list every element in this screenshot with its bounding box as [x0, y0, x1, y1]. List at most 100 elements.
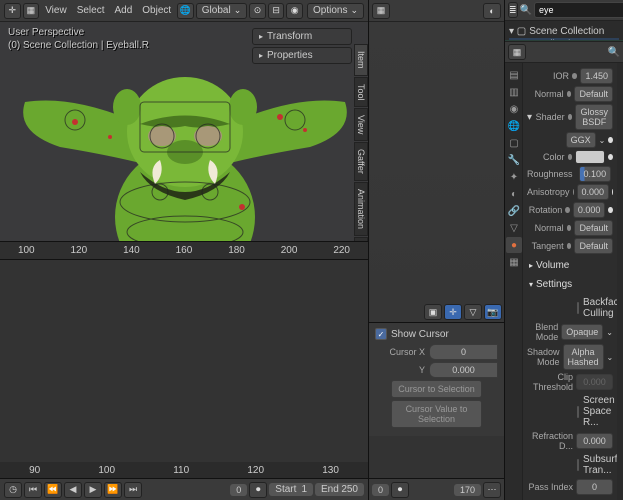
shadow-field[interactable]: Alpha Hashed — [563, 344, 604, 370]
socket-dot[interactable] — [573, 189, 574, 195]
cursor-to-selection-button[interactable]: Cursor to Selection — [391, 380, 482, 398]
tab-item[interactable]: Item — [354, 44, 368, 76]
sss-checkbox[interactable] — [577, 459, 579, 471]
tab-scene[interactable]: ◉ — [506, 101, 522, 117]
link-dot[interactable] — [608, 154, 613, 160]
socket-dot[interactable] — [567, 225, 572, 231]
socket-dot[interactable] — [568, 154, 573, 160]
jump-start-icon[interactable]: ⏮ — [24, 482, 42, 498]
tab-constraint[interactable]: 🔗 — [506, 203, 522, 219]
socket-dot[interactable] — [567, 91, 572, 97]
backface-checkbox[interactable] — [577, 302, 579, 314]
cursor-y-field[interactable]: 0.000 — [429, 362, 498, 378]
props-editor-icon[interactable]: ▦ — [508, 44, 526, 60]
keyframe-prev-icon[interactable]: ⏪ — [44, 482, 62, 498]
orientation-icon[interactable]: 🌐 — [177, 3, 194, 19]
tangent-field[interactable]: Default — [574, 238, 613, 254]
rec-icon[interactable]: ⏺ — [391, 482, 409, 498]
proportional-icon[interactable]: ◉ — [286, 3, 303, 19]
graph-editor[interactable]: 90100 110120 130 — [0, 259, 368, 479]
gizmo-camera-icon[interactable]: 📷 — [484, 304, 502, 320]
end-frame[interactable]: End 250 — [315, 483, 364, 496]
frame-field[interactable]: 0 — [372, 484, 389, 496]
tab-modifier[interactable]: 🔧 — [506, 152, 522, 168]
tab-view[interactable]: View — [354, 108, 368, 141]
outliner-icon[interactable]: ≣ — [508, 2, 518, 18]
mode-icon[interactable]: ▦ — [23, 3, 40, 19]
roughness-field[interactable]: 0.100 — [579, 166, 612, 182]
start-frame[interactable]: Start 1 — [269, 483, 313, 496]
pass-field[interactable]: 0 — [576, 479, 613, 495]
shader-field[interactable]: Glossy BSDF — [575, 104, 613, 130]
link-dot[interactable] — [612, 189, 613, 195]
tab-data[interactable]: ▽ — [506, 220, 522, 236]
normal-field[interactable]: Default — [574, 86, 613, 102]
outliner[interactable]: ▾ ▢Scene Collection ▾ ▣Collection 1 ✓👁▢ … — [505, 21, 623, 40]
tab-gaffer[interactable]: Gaffer — [354, 142, 368, 181]
scrollbar[interactable] — [617, 63, 623, 500]
aniso-field[interactable]: 0.000 — [577, 184, 610, 200]
socket-dot[interactable] — [568, 114, 573, 120]
options-button[interactable]: Options ⌄ — [307, 3, 364, 19]
link-dot[interactable] — [608, 137, 613, 143]
search-icon: 🔍 — [608, 47, 620, 58]
gizmo-cursor-icon[interactable]: ✛ — [444, 304, 462, 320]
shading-icon[interactable]: ◐ — [483, 3, 501, 19]
show-cursor-checkbox[interactable]: ✓ — [375, 328, 387, 340]
range-field[interactable]: 170 — [454, 484, 481, 496]
viewport-3d[interactable]: User Perspective (0) Scene Collection | … — [0, 22, 368, 241]
tab-world[interactable]: 🌐 — [506, 118, 522, 134]
editor-icon[interactable]: ▦ — [372, 3, 390, 19]
color-swatch[interactable] — [575, 150, 605, 164]
keyframe-next-icon[interactable]: ⏩ — [104, 482, 122, 498]
tab-physics[interactable]: ◐ — [506, 186, 522, 202]
ssr-checkbox[interactable] — [577, 406, 579, 418]
tab-arp[interactable]: ARP — [354, 237, 368, 240]
tab-object[interactable]: ▢ — [506, 135, 522, 151]
secondary-viewport[interactable]: ▣ ✛ ▽ 📷 — [369, 22, 504, 322]
play-reverse-icon[interactable]: ◀ — [64, 482, 82, 498]
cursor-value-to-selection-button[interactable]: Cursor Value to Selection — [391, 400, 482, 428]
transform-panel-header[interactable]: Transform — [252, 28, 352, 45]
gizmo-select-icon[interactable]: ▣ — [424, 304, 442, 320]
tab-render[interactable]: ▤ — [506, 67, 522, 83]
distribution-field[interactable]: GGX — [566, 132, 596, 148]
blend-field[interactable]: Opaque — [561, 324, 603, 340]
socket-dot[interactable] — [572, 73, 577, 79]
tab-animation[interactable]: Animation — [354, 182, 368, 236]
link-dot[interactable] — [608, 207, 613, 213]
scene-collection-item[interactable]: Scene Collection — [529, 26, 604, 37]
snap-icon[interactable]: ⊟ — [268, 3, 285, 19]
jump-end-icon[interactable]: ⏭ — [124, 482, 142, 498]
settings-header[interactable]: Settings — [527, 275, 613, 294]
play-icon[interactable]: ▶ — [84, 482, 102, 498]
outliner-search[interactable] — [534, 2, 623, 18]
menu-view[interactable]: View — [41, 5, 71, 16]
menu-object[interactable]: Object — [138, 5, 175, 16]
tab-texture[interactable]: ▦ — [506, 254, 522, 270]
current-frame[interactable]: 0 — [230, 484, 247, 496]
autokey-icon[interactable]: ⏺ — [249, 482, 267, 498]
refraction-field[interactable]: 0.000 — [576, 433, 613, 449]
timeline-ruler[interactable]: 100120140 160180200 220 — [0, 241, 368, 259]
rotation-field[interactable]: 0.000 — [573, 202, 606, 218]
orientation-select[interactable]: Global ⌄ — [196, 3, 247, 19]
tab-output[interactable]: ▥ — [506, 84, 522, 100]
more-icon[interactable]: ⋯ — [483, 482, 501, 498]
cursor-x-field[interactable]: 0 — [429, 344, 498, 360]
editor-type-icon[interactable]: ◷ — [4, 482, 22, 498]
pivot-icon[interactable]: ⊙ — [249, 3, 266, 19]
normal2-field[interactable]: Default — [574, 220, 613, 236]
tab-tool[interactable]: Tool — [354, 77, 368, 108]
gizmo-filter-icon[interactable]: ▽ — [464, 304, 482, 320]
socket-dot[interactable] — [567, 243, 572, 249]
menu-select[interactable]: Select — [73, 5, 109, 16]
tab-particles[interactable]: ✦ — [506, 169, 522, 185]
socket-dot[interactable] — [565, 207, 570, 213]
properties-panel-header[interactable]: Properties — [252, 47, 352, 64]
cursor-icon[interactable]: ✛ — [4, 3, 21, 19]
menu-add[interactable]: Add — [110, 5, 136, 16]
ior-field[interactable]: 1.450 — [580, 68, 613, 84]
tab-material[interactable]: ● — [506, 237, 522, 253]
volume-header[interactable]: Volume — [527, 256, 613, 275]
